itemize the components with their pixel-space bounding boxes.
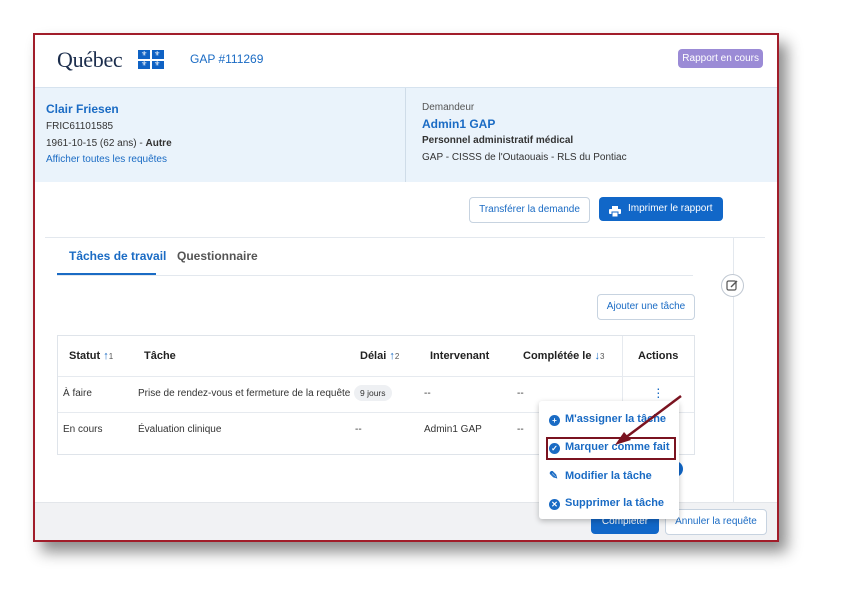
app-window: Québec ⚜ ⚜ ⚜ ⚜ GAP #111269 Rapport en co…	[33, 33, 779, 542]
annotation-arrow	[615, 395, 682, 445]
